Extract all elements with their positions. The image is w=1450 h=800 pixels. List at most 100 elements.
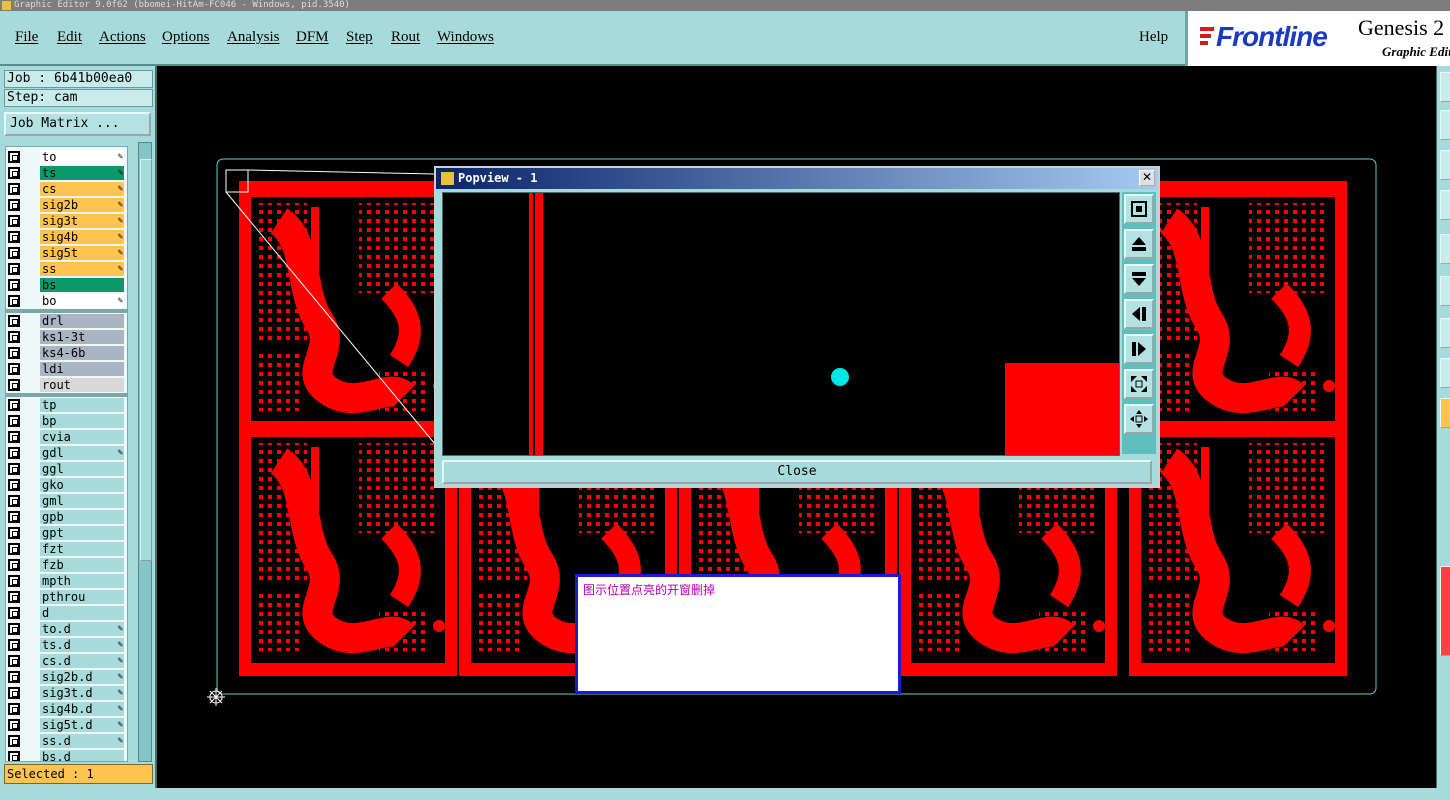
layer-row[interactable]: bo ✎: [6, 293, 127, 309]
layer-name[interactable]: ss.d ✎: [40, 734, 124, 748]
layer-name[interactable]: pthrou: [40, 590, 124, 604]
layer-name[interactable]: bs: [40, 278, 124, 292]
layer-row[interactable]: gpt: [6, 525, 127, 541]
layer-name[interactable]: sig4b ✎: [40, 230, 124, 244]
layer-name[interactable]: gpt: [40, 526, 124, 540]
right-tool-button[interactable]: [1440, 358, 1450, 388]
layer-row[interactable]: gml: [6, 493, 127, 509]
layer-checkbox[interactable]: [8, 495, 20, 507]
layer-name[interactable]: ggl: [40, 462, 124, 476]
layer-row[interactable]: sig4b.d ✎: [6, 701, 127, 717]
layer-name[interactable]: cvia: [40, 430, 124, 444]
layer-row[interactable]: bp: [6, 413, 127, 429]
layer-name[interactable]: sig4b.d ✎: [40, 702, 124, 716]
layer-name[interactable]: ks1-3t: [40, 330, 124, 344]
layer-checkbox[interactable]: [8, 463, 20, 475]
layer-name[interactable]: to ✎: [40, 150, 124, 164]
layer-name[interactable]: cs.d ✎: [40, 654, 124, 668]
layer-name[interactable]: drl: [40, 314, 124, 328]
layer-checkbox[interactable]: [8, 623, 20, 635]
layer-checkbox[interactable]: [8, 687, 20, 699]
right-tool-button[interactable]: [1440, 566, 1450, 656]
layer-name[interactable]: fzt: [40, 542, 124, 556]
layer-checkbox[interactable]: [8, 431, 20, 443]
layer-checkbox[interactable]: [8, 671, 20, 683]
layer-checkbox[interactable]: [8, 331, 20, 343]
menu-actions[interactable]: Actions: [99, 29, 146, 46]
layer-row[interactable]: bs.d: [6, 749, 127, 761]
layer-row[interactable]: drl: [6, 313, 127, 329]
layer-checkbox[interactable]: [8, 543, 20, 555]
layer-name[interactable]: bo ✎: [40, 294, 124, 308]
layer-name[interactable]: bp: [40, 414, 124, 428]
menu-dfm[interactable]: DFM: [296, 29, 329, 46]
layer-row[interactable]: ts.d ✎: [6, 637, 127, 653]
layer-checkbox[interactable]: [8, 575, 20, 587]
layer-checkbox[interactable]: [8, 279, 20, 291]
close-icon[interactable]: ✕: [1139, 170, 1155, 186]
layer-checkbox[interactable]: [8, 735, 20, 747]
layer-row[interactable]: gpb: [6, 509, 127, 525]
layer-name[interactable]: fzb: [40, 558, 124, 572]
right-tool-button[interactable]: [1440, 150, 1450, 180]
scrollbar-thumb[interactable]: [140, 159, 152, 561]
right-tool-button[interactable]: [1440, 190, 1450, 220]
layer-checkbox[interactable]: [8, 379, 20, 391]
layer-checkbox[interactable]: [8, 751, 20, 761]
layer-name[interactable]: cs ✎: [40, 182, 124, 196]
layer-row[interactable]: sig5t ✎: [6, 245, 127, 261]
zoom-in-icon[interactable]: [1124, 404, 1154, 434]
layer-row[interactable]: d: [6, 605, 127, 621]
layer-checkbox[interactable]: [8, 559, 20, 571]
layer-name[interactable]: sig2b ✎: [40, 198, 124, 212]
pan-left-icon[interactable]: [1124, 299, 1154, 329]
layer-name[interactable]: sig5t ✎: [40, 246, 124, 260]
layer-name[interactable]: to.d ✎: [40, 622, 124, 636]
menu-windows[interactable]: Windows: [437, 29, 494, 46]
layer-checkbox[interactable]: [8, 231, 20, 243]
layer-name[interactable]: gko: [40, 478, 124, 492]
layer-checkbox[interactable]: [8, 479, 20, 491]
layer-row[interactable]: rout: [6, 377, 127, 393]
layer-row[interactable]: cvia: [6, 429, 127, 445]
layer-checkbox[interactable]: [8, 263, 20, 275]
pan-up-icon[interactable]: [1124, 229, 1154, 259]
layer-row[interactable]: sig5t.d ✎: [6, 717, 127, 733]
layer-name[interactable]: sig5t.d ✎: [40, 718, 124, 732]
layer-row[interactable]: gko: [6, 477, 127, 493]
layer-name[interactable]: gpb: [40, 510, 124, 524]
layer-name[interactable]: bs.d: [40, 750, 124, 761]
layer-checkbox[interactable]: [8, 347, 20, 359]
layer-row[interactable]: sig4b ✎: [6, 229, 127, 245]
pan-right-icon[interactable]: [1124, 334, 1154, 364]
layer-checkbox[interactable]: [8, 527, 20, 539]
layer-row[interactable]: ggl: [6, 461, 127, 477]
menu-file[interactable]: File: [15, 29, 38, 46]
layer-row[interactable]: fzt: [6, 541, 127, 557]
menu-edit[interactable]: Edit: [57, 29, 82, 46]
layer-checkbox[interactable]: [8, 295, 20, 307]
layer-checkbox[interactable]: [8, 511, 20, 523]
pan-down-icon[interactable]: [1124, 264, 1154, 294]
layer-row[interactable]: ts ✎: [6, 165, 127, 181]
layer-checkbox[interactable]: [8, 247, 20, 259]
right-tool-button[interactable]: [1440, 234, 1450, 264]
layer-checkbox[interactable]: [8, 415, 20, 427]
layer-checkbox[interactable]: [8, 363, 20, 375]
layer-name[interactable]: rout: [40, 378, 124, 392]
layer-list-scrollbar[interactable]: [138, 142, 152, 762]
layer-row[interactable]: ks4-6b: [6, 345, 127, 361]
right-tool-button[interactable]: [1440, 276, 1450, 306]
layer-checkbox[interactable]: [8, 215, 20, 227]
menu-step[interactable]: Step: [346, 29, 373, 46]
layer-checkbox[interactable]: [8, 591, 20, 603]
layer-name[interactable]: ts.d ✎: [40, 638, 124, 652]
layer-row[interactable]: ss ✎: [6, 261, 127, 277]
layer-row[interactable]: sig2b.d ✎: [6, 669, 127, 685]
menu-analysis[interactable]: Analysis: [227, 29, 280, 46]
layer-name[interactable]: ts ✎: [40, 166, 124, 180]
layer-row[interactable]: sig2b ✎: [6, 197, 127, 213]
layer-checkbox[interactable]: [8, 639, 20, 651]
layer-row[interactable]: cs ✎: [6, 181, 127, 197]
layer-checkbox[interactable]: [8, 199, 20, 211]
